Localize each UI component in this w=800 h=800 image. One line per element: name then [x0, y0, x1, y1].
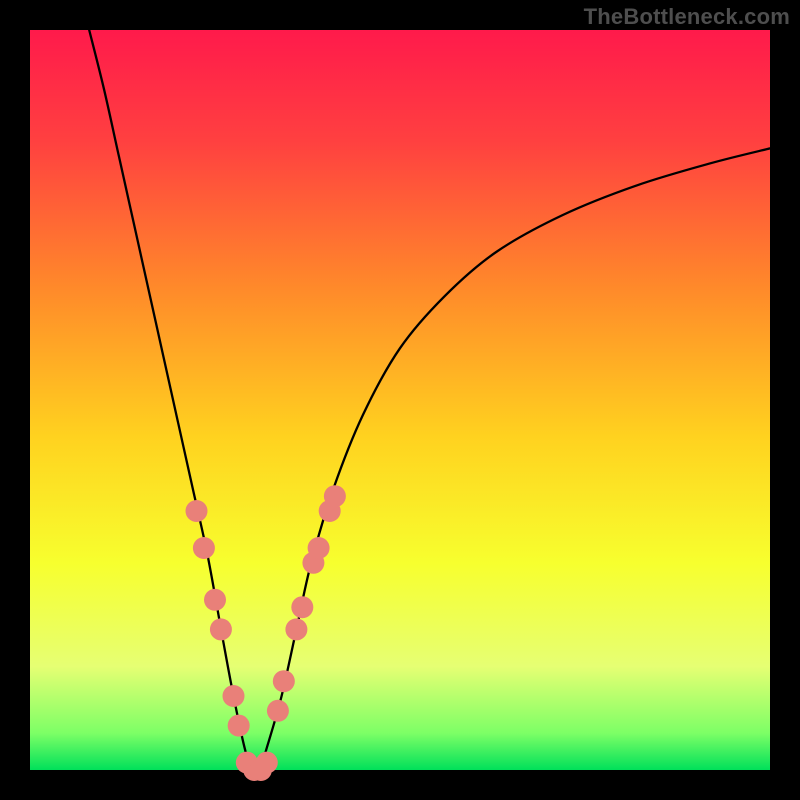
marker-dot — [285, 618, 307, 640]
marker-dot — [324, 485, 346, 507]
chart-stage: TheBottleneck.com — [0, 0, 800, 800]
marker-dot — [308, 537, 330, 559]
marker-dot — [256, 752, 278, 774]
marker-dot — [186, 500, 208, 522]
marker-dot — [291, 596, 313, 618]
marker-dot — [223, 685, 245, 707]
marker-dot — [228, 715, 250, 737]
gradient-background — [30, 30, 770, 770]
bottleneck-chart — [0, 0, 800, 800]
marker-dot — [204, 589, 226, 611]
marker-dot — [193, 537, 215, 559]
marker-dot — [210, 618, 232, 640]
marker-dot — [273, 670, 295, 692]
watermark-text: TheBottleneck.com — [584, 4, 790, 30]
marker-dot — [267, 700, 289, 722]
